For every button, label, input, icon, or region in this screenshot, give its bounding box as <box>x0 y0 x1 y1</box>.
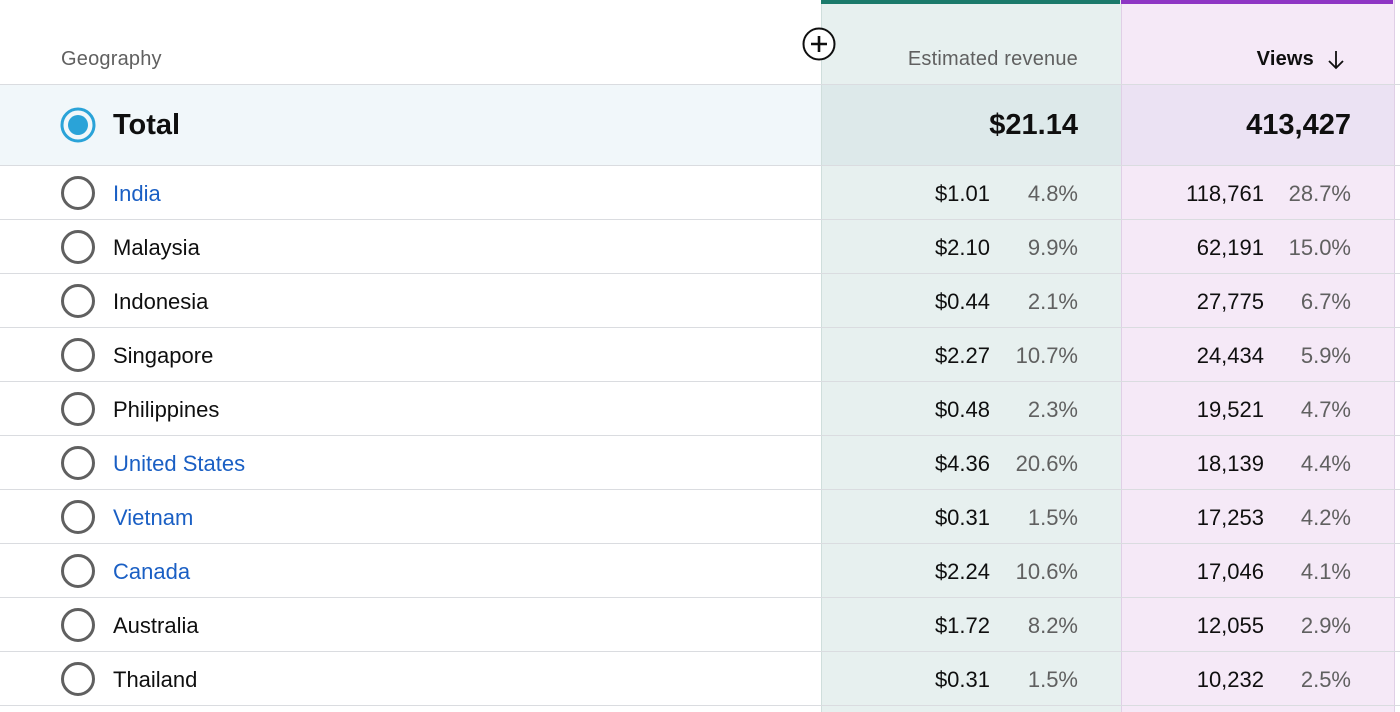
views-percent: 4.1% <box>1300 559 1351 584</box>
views-value: 17,046 <box>1196 559 1264 584</box>
views-percent: 2.9% <box>1300 613 1351 638</box>
radio-icon[interactable] <box>60 175 96 211</box>
views-value: 10,232 <box>1196 667 1264 692</box>
table-row[interactable]: Philippines $0.48 2.3% 19,521 4.7% <box>0 382 1400 436</box>
radio-icon[interactable] <box>60 661 96 697</box>
table-row[interactable]: Canada $2.24 10.6% 17,046 4.1% <box>0 544 1400 598</box>
views-value: 118,761 <box>1186 181 1264 206</box>
revenue-percent: 9.9% <box>1027 235 1078 260</box>
views-percent: 4.2% <box>1300 505 1351 530</box>
revenue-percent: 8.2% <box>1027 613 1078 638</box>
revenue-percent: 2.1% <box>1027 289 1078 314</box>
views-percent: 6.7% <box>1300 289 1351 314</box>
country-name: Singapore <box>113 343 214 368</box>
revenue-value: $2.27 <box>934 343 990 368</box>
revenue-column-header[interactable]: Estimated revenue <box>908 48 1078 71</box>
table-row[interactable]: Australia $1.72 8.2% 12,055 2.9% <box>0 598 1400 652</box>
country-name: Philippines <box>113 397 220 422</box>
table-row[interactable]: Indonesia $0.44 2.1% 27,775 6.7% <box>0 274 1400 328</box>
revenue-value: $0.31 <box>934 667 990 692</box>
views-value: 24,434 <box>1196 343 1264 368</box>
total-revenue: $21.14 <box>989 109 1078 141</box>
country-name: Malaysia <box>113 235 200 260</box>
table-row[interactable]: Vietnam $0.31 1.5% 17,253 4.2% <box>0 490 1400 544</box>
country-name[interactable]: India <box>113 181 161 207</box>
country-name[interactable]: Vietnam <box>113 505 193 531</box>
views-percent: 4.4% <box>1300 451 1351 476</box>
revenue-percent: 1.5% <box>1027 505 1078 530</box>
radio-icon[interactable] <box>60 337 96 373</box>
radio-icon[interactable] <box>60 283 96 319</box>
revenue-percent: 10.6% <box>1015 559 1078 584</box>
table-row[interactable]: Singapore $2.27 10.7% 24,434 5.9% <box>0 328 1400 382</box>
radio-icon[interactable] <box>60 445 96 481</box>
views-value: 19,521 <box>1196 397 1264 422</box>
radio-icon[interactable] <box>60 229 96 265</box>
revenue-value: $2.10 <box>934 235 990 260</box>
revenue-percent: 4.8% <box>1027 181 1078 206</box>
views-percent: 15.0% <box>1288 235 1351 260</box>
revenue-value: $1.72 <box>934 613 990 638</box>
views-value: 12,055 <box>1196 613 1264 638</box>
revenue-percent: 20.6% <box>1015 451 1078 476</box>
table-row[interactable]: Malaysia $2.10 9.9% 62,191 15.0% <box>0 220 1400 274</box>
views-percent: 4.7% <box>1300 397 1351 422</box>
radio-selected-icon[interactable] <box>60 107 96 143</box>
plus-circle-icon[interactable] <box>802 27 836 61</box>
revenue-value: $1.01 <box>934 181 990 206</box>
radio-icon[interactable] <box>60 553 96 589</box>
revenue-value: $2.24 <box>934 559 990 584</box>
country-name[interactable]: Canada <box>113 559 190 585</box>
geography-column-header: Geography <box>61 48 162 70</box>
views-value: 18,139 <box>1196 451 1264 476</box>
views-percent: 5.9% <box>1300 343 1351 368</box>
views-percent: 2.5% <box>1300 667 1351 692</box>
revenue-value: $0.44 <box>934 289 990 314</box>
revenue-percent: 10.7% <box>1015 343 1078 368</box>
country-name: Indonesia <box>113 289 209 314</box>
radio-icon[interactable] <box>60 391 96 427</box>
views-value: 27,775 <box>1196 289 1264 314</box>
views-column-header[interactable]: Views <box>1257 48 1314 71</box>
country-name[interactable]: United States <box>113 451 245 477</box>
revenue-percent: 1.5% <box>1027 667 1078 692</box>
revenue-percent: 2.3% <box>1027 397 1078 422</box>
table-row[interactable]: Thailand $0.31 1.5% 10,232 2.5% <box>0 652 1400 706</box>
revenue-value: $0.48 <box>934 397 990 422</box>
country-name: Australia <box>113 613 199 638</box>
revenue-value: $4.36 <box>934 451 990 476</box>
total-label: Total <box>113 109 181 141</box>
revenue-value: $0.31 <box>934 505 990 530</box>
arrow-down-icon[interactable] <box>1324 48 1348 72</box>
total-row[interactable]: Total $21.14 413,427 <box>0 85 1400 166</box>
views-value: 17,253 <box>1196 505 1264 530</box>
radio-icon[interactable] <box>60 499 96 535</box>
views-percent: 28.7% <box>1288 181 1351 206</box>
views-value: 62,191 <box>1196 235 1264 260</box>
table-row[interactable]: India $1.01 4.8% 118,761 28.7% <box>0 166 1400 220</box>
table-header: Geography Estimated revenue Views <box>0 0 1400 85</box>
total-views: 413,427 <box>1246 109 1351 141</box>
radio-icon[interactable] <box>60 607 96 643</box>
table-row[interactable]: United States $4.36 20.6% 18,139 4.4% <box>0 436 1400 490</box>
country-name: Thailand <box>113 667 198 692</box>
